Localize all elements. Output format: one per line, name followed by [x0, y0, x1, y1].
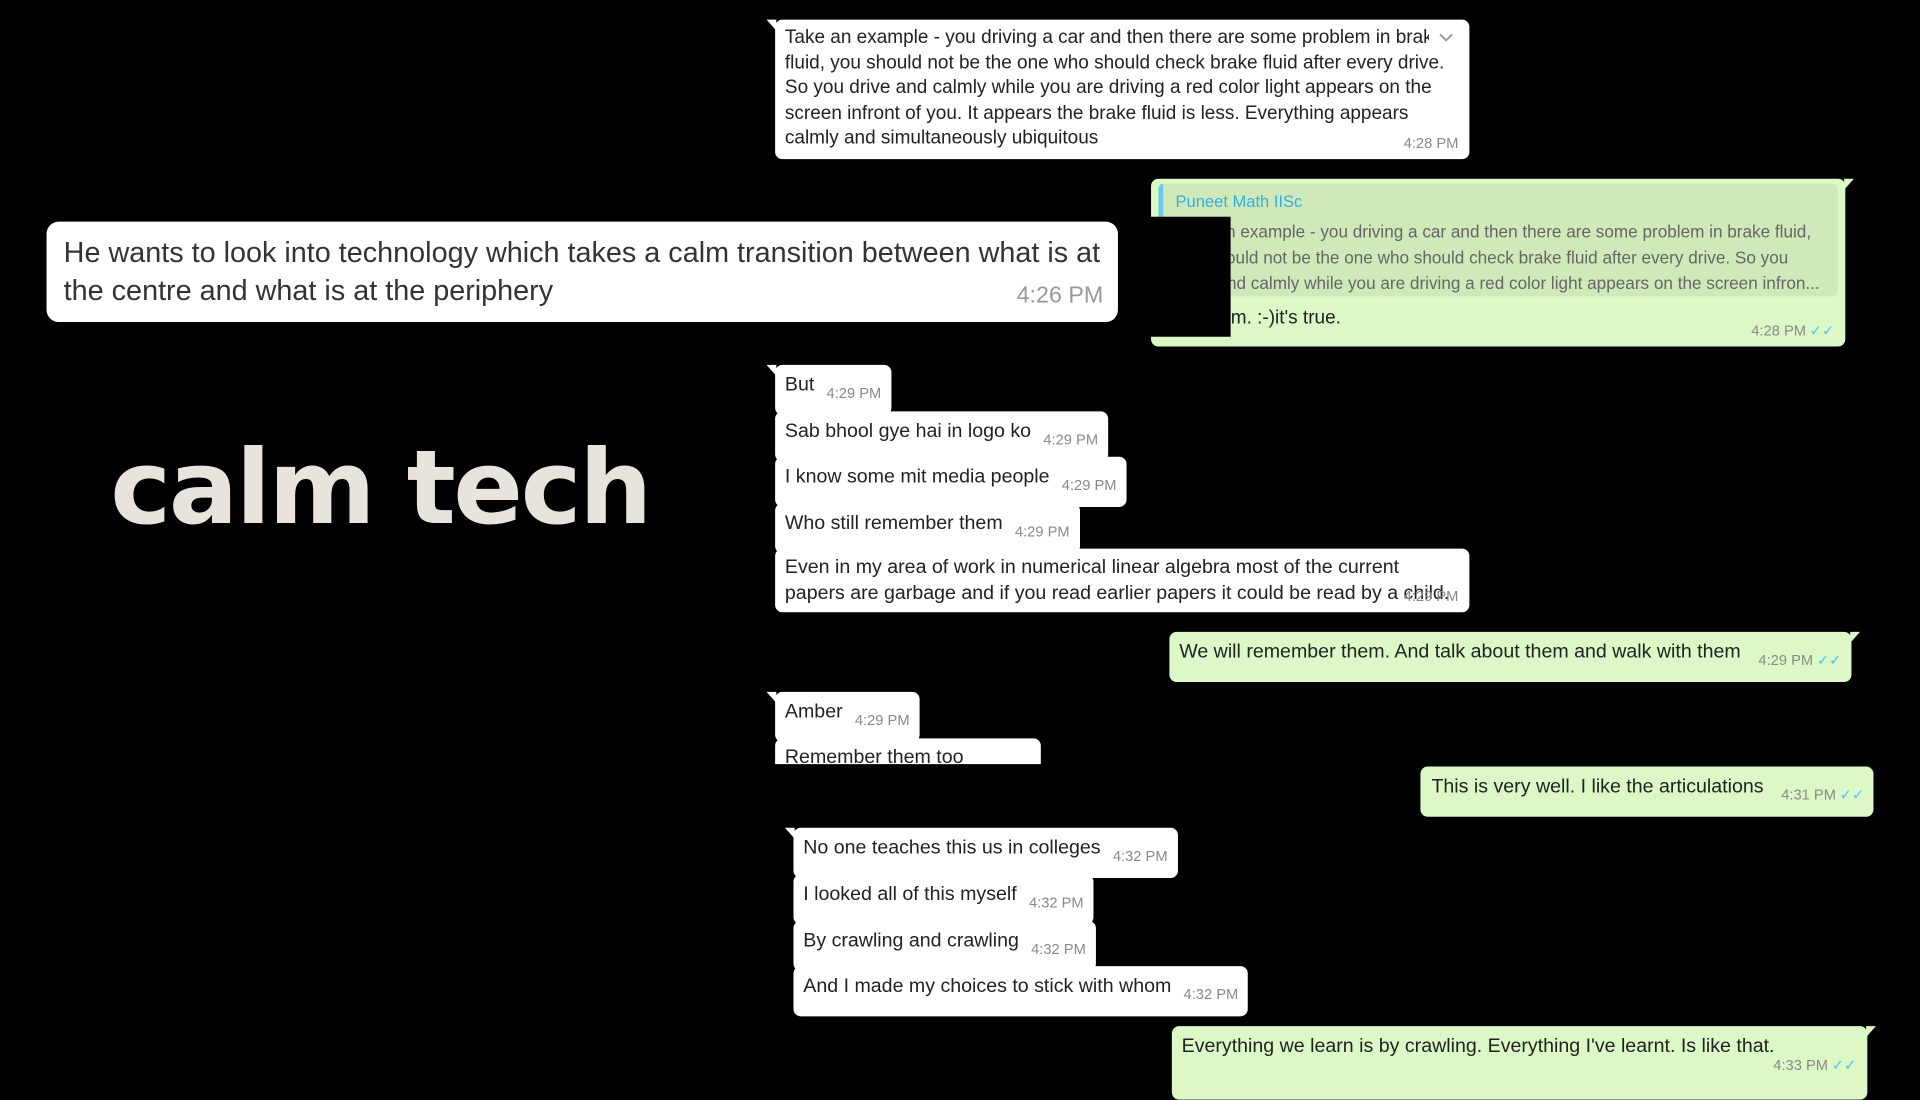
quoted-author: Puneet Math IISc — [1175, 192, 1303, 211]
message-time: 4:28 PM — [1403, 134, 1459, 152]
quote-time: 4:26 PM — [1016, 282, 1104, 309]
message-brake-fluid[interactable]: Take an example - you driving a car and … — [766, 19, 1470, 160]
double-check-icon: ✓✓ — [1809, 321, 1835, 339]
message-everything-we-learn[interactable]: Everything we learn is by crawling. Ever… — [1171, 1026, 1876, 1100]
message-sab-bhool[interactable]: Sab bhool gye hai in logo ko 4:29 PM — [775, 411, 1108, 462]
message-but[interactable]: But 4:29 PM — [766, 364, 892, 415]
reply-time: 4:28 PM ✓✓ — [1751, 321, 1835, 339]
collage: Take an example - you driving a car and … — [0, 0, 1920, 1100]
quote-bubble: He wants to look into technology which t… — [46, 221, 1118, 323]
quoted-text: Take an example - you driving a car and … — [1175, 221, 1820, 293]
message-amber[interactable]: Amber 4:29 PM — [766, 691, 920, 742]
message-remember-them[interactable]: Who still remember them 4:29 PM — [775, 503, 1080, 553]
quote-text: He wants to look into technology which t… — [63, 236, 1101, 307]
message-looked-myself[interactable]: I looked all of this myself 4:32 PM — [793, 874, 1094, 924]
message-mit-media[interactable]: I know some mit media people 4:29 PM — [775, 456, 1127, 507]
double-check-icon: ✓✓ — [1839, 786, 1865, 804]
message-linear-algebra[interactable]: Even in my area of work in numerical lin… — [775, 548, 1470, 613]
page-title: calm tech — [110, 427, 652, 548]
double-check-icon: ✓✓ — [1831, 1056, 1857, 1074]
message-no-one-teaches[interactable]: No one teaches this us in colleges 4:32 P… — [784, 827, 1178, 878]
message-text: Take an example - you driving a car and … — [784, 26, 1445, 149]
overlay-block — [1117, 216, 1231, 337]
message-reply[interactable]: Puneet Math IISc Take an example - you d… — [1151, 178, 1854, 347]
double-check-icon: ✓✓ — [1816, 651, 1842, 669]
message-cut-off[interactable]: Remember them too — [775, 738, 1041, 765]
message-crawling[interactable]: By crawling and crawling 4:32 PM — [793, 920, 1096, 971]
quoted-message[interactable]: Puneet Math IISc Take an example - you d… — [1158, 183, 1838, 297]
chevron-down-icon[interactable] — [1428, 24, 1464, 52]
message-we-will-remember[interactable]: We will remember them. And talk about th… — [1169, 631, 1860, 682]
message-choices[interactable]: And I made my choices to stick with whom… — [793, 966, 1249, 1016]
message-articulations[interactable]: This is very well. I like the articulati… — [1420, 766, 1875, 817]
reply-text: Very calm. :-)it's true. — [1163, 307, 1341, 329]
